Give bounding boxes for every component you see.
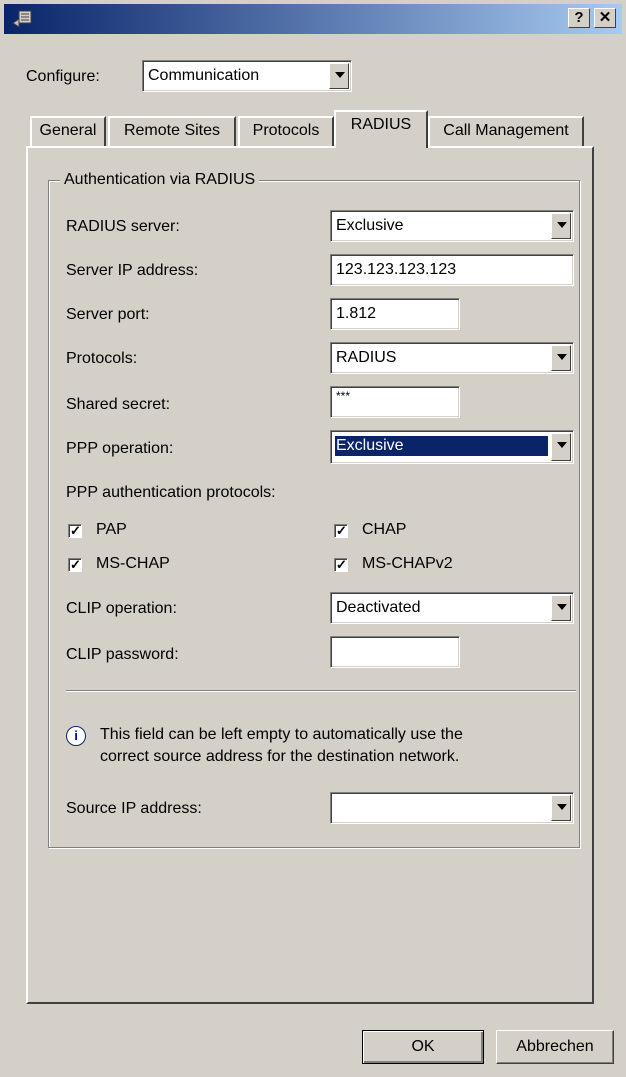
title-bar[interactable]: ? ✕ <box>4 4 622 34</box>
info-icon: i <box>66 726 86 746</box>
server-ip-value: 123.123.123.123 <box>336 261 457 278</box>
chevron-down-icon[interactable] <box>329 63 349 89</box>
chap-label: CHAP <box>362 521 407 538</box>
mschapv2-checkbox[interactable]: ✓ <box>334 557 348 572</box>
clip-operation-dropdown[interactable]: Deactivated <box>330 592 574 624</box>
configure-dropdown[interactable]: Communication <box>142 60 352 92</box>
cancel-button[interactable]: Abbrechen <box>496 1030 614 1064</box>
protocols-label: Protocols: <box>66 350 138 367</box>
ppp-operation-dropdown[interactable]: Exclusive <box>330 430 574 464</box>
chevron-down-icon[interactable] <box>551 595 571 621</box>
app-icon <box>12 10 32 28</box>
radius-server-dropdown[interactable]: Exclusive <box>330 210 574 242</box>
checkmark-icon: ✓ <box>336 523 347 538</box>
ppp-auth-label: PPP authentication protocols: <box>66 484 276 501</box>
server-ip-label: Server IP address: <box>66 262 199 279</box>
tab-general[interactable]: General <box>30 116 106 146</box>
tab-call-management[interactable]: Call Management <box>428 116 584 146</box>
checkmark-icon: ✓ <box>70 557 81 572</box>
tab-protocols[interactable]: Protocols <box>238 116 334 146</box>
chap-checkbox[interactable]: ✓ <box>334 523 348 538</box>
clip-password-label: CLIP password: <box>66 646 179 663</box>
mschap-label: MS-CHAP <box>96 555 170 572</box>
chevron-down-icon[interactable] <box>551 213 571 239</box>
source-ip-label: Source IP address: <box>66 800 202 817</box>
help-button[interactable]: ? <box>568 8 590 28</box>
chevron-down-icon[interactable] <box>551 433 571 461</box>
server-port-value: 1.812 <box>336 305 377 322</box>
mschap-checkbox[interactable]: ✓ <box>68 557 82 572</box>
group-title: Authentication via RADIUS <box>60 171 260 189</box>
close-button[interactable]: ✕ <box>594 8 616 28</box>
configure-value: Communication <box>148 67 260 84</box>
shared-secret-input[interactable]: *** <box>330 386 460 418</box>
protocols-dropdown[interactable]: RADIUS <box>330 342 574 374</box>
source-ip-dropdown[interactable] <box>330 792 574 824</box>
shared-secret-label: Shared secret: <box>66 396 171 413</box>
shared-secret-value: *** <box>336 389 351 403</box>
checkmark-icon: ✓ <box>336 557 347 572</box>
tab-radius[interactable]: RADIUS <box>334 110 428 148</box>
server-ip-input[interactable]: 123.123.123.123 <box>330 254 574 286</box>
tab-remote-sites[interactable]: Remote Sites <box>108 116 236 146</box>
ppp-operation-value: Exclusive <box>334 435 549 457</box>
clip-password-input[interactable] <box>330 636 460 668</box>
info-text-line1: This field can be left empty to automati… <box>100 726 463 743</box>
protocols-value: RADIUS <box>336 349 397 366</box>
chevron-down-icon[interactable] <box>551 345 571 371</box>
clip-operation-value: Deactivated <box>336 599 421 616</box>
ppp-operation-label: PPP operation: <box>66 440 174 457</box>
radius-server-value: Exclusive <box>336 217 404 234</box>
mschapv2-label: MS-CHAPv2 <box>362 555 453 572</box>
pap-label: PAP <box>96 521 127 538</box>
pap-checkbox[interactable]: ✓ <box>68 523 82 538</box>
ok-button[interactable]: OK <box>362 1030 484 1064</box>
server-port-input[interactable]: 1.812 <box>330 298 460 330</box>
dialog-window: ? ✕ Configure: Communication General Rem… <box>0 0 626 1077</box>
configure-label: Configure: <box>26 68 100 85</box>
info-text-line2: correct source address for the destinati… <box>100 748 460 765</box>
radius-server-label: RADIUS server: <box>66 218 180 235</box>
checkmark-icon: ✓ <box>70 523 81 538</box>
clip-operation-label: CLIP operation: <box>66 600 177 617</box>
chevron-down-icon[interactable] <box>551 795 571 821</box>
server-port-label: Server port: <box>66 306 150 323</box>
separator <box>66 690 576 692</box>
